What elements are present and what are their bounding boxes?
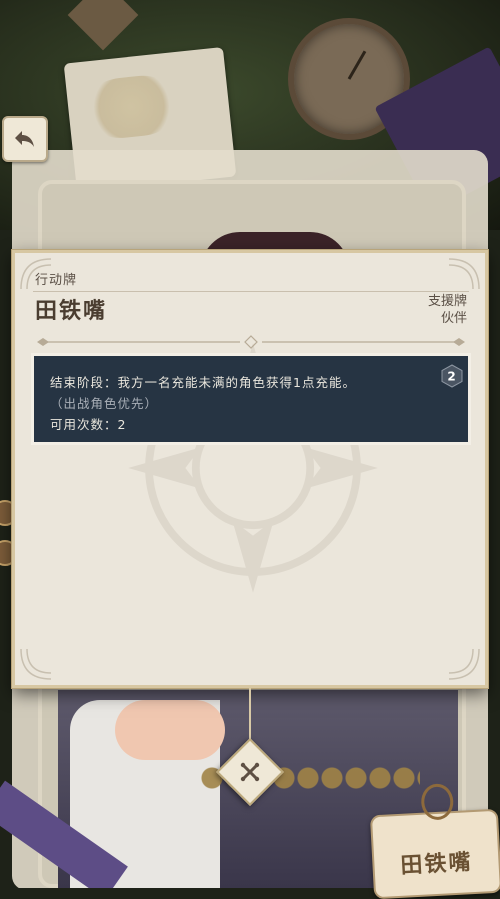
tag-support: 支援牌 xyxy=(427,294,467,309)
card-type-label: 行动牌 xyxy=(35,273,78,288)
effect-description: 结束阶段：我方一名充能未满的角色获得1点充能。 xyxy=(50,375,356,390)
tag-companion: 伙伴 xyxy=(440,311,467,326)
card-name-tag: 田铁嘴 xyxy=(369,783,500,899)
badge-value: 2 xyxy=(447,370,456,384)
ornamental-divider-icon xyxy=(37,335,465,349)
card-title: 田铁嘴 xyxy=(35,299,108,324)
hexagon-counter-icon: 2 xyxy=(441,364,463,388)
close-icon xyxy=(240,762,260,782)
usage-count-row: 可用次数：2 xyxy=(50,414,126,433)
card-detail-panel: 行动牌 田铁嘴 支援牌 伙伴 结束阶段：我方一名充能未满的角色获得1点充能。 （… xyxy=(12,250,488,688)
back-arrow-icon xyxy=(15,131,34,147)
corner-ornament-icon xyxy=(448,648,480,680)
effect-note: （出战角色优先） xyxy=(50,396,159,411)
corner-ornament-icon xyxy=(20,648,52,680)
divider xyxy=(33,291,469,292)
usage-label: 可用次数： xyxy=(50,417,118,432)
card-effect-box: 结束阶段：我方一名充能未满的角色获得1点充能。 （出战角色优先） 可用次数：2 … xyxy=(31,353,471,445)
name-tag-label: 田铁嘴 xyxy=(399,850,474,879)
character-hand xyxy=(115,700,225,760)
usage-count: 2 xyxy=(117,417,127,432)
card-tags: 支援牌 伙伴 xyxy=(428,293,467,327)
corner-ornament-icon xyxy=(448,258,480,290)
back-button[interactable] xyxy=(2,116,48,162)
usage-badge: 2 xyxy=(440,364,464,388)
